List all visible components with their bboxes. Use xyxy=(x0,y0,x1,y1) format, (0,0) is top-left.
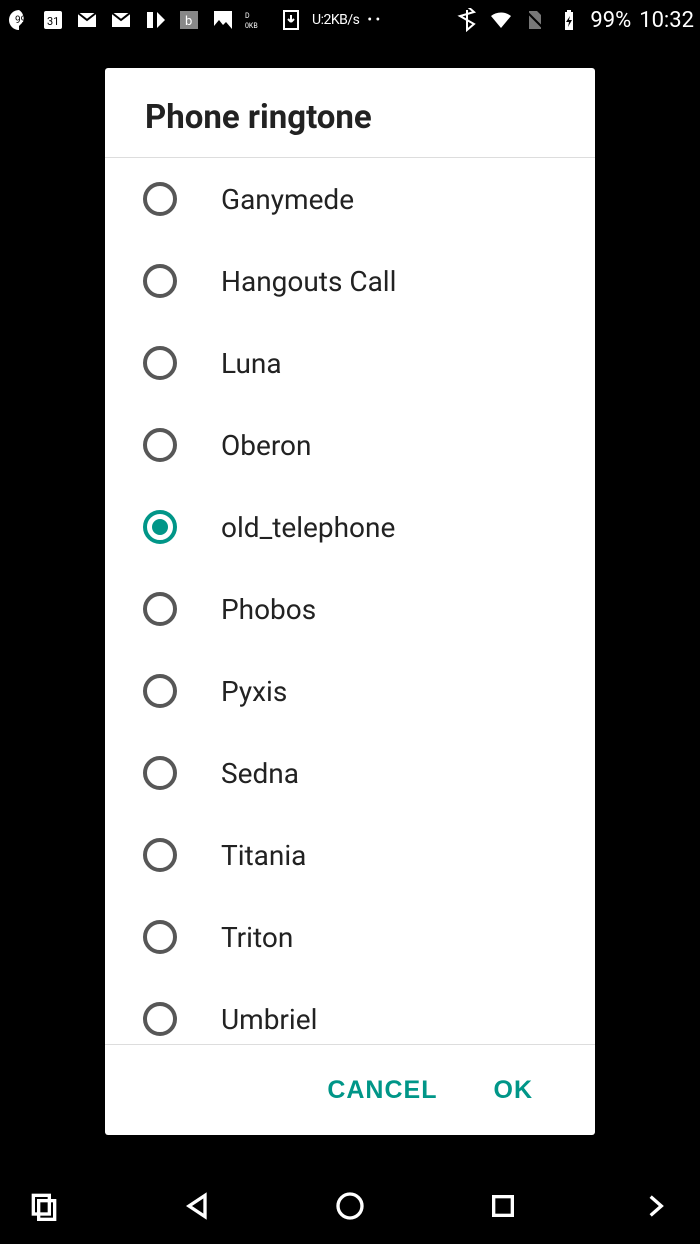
ringtone-option-label: old_telephone xyxy=(221,511,395,544)
hangouts-icon: 99 xyxy=(6,7,32,33)
ringtone-option-label: Sedna xyxy=(221,757,299,790)
ringtone-option[interactable]: Umbriel xyxy=(105,978,595,1045)
ringtone-list[interactable]: Ganymede Hangouts Call Luna Oberon old_telep… xyxy=(105,158,595,1045)
app-b-icon: b xyxy=(176,7,202,33)
radio-icon[interactable] xyxy=(143,592,177,626)
recents-button[interactable] xyxy=(485,1188,521,1224)
svg-text:31: 31 xyxy=(47,15,59,28)
cancel-button[interactable]: CANCEL xyxy=(327,1076,437,1105)
radio-icon[interactable] xyxy=(143,264,177,298)
photos-icon xyxy=(210,7,236,33)
gmail-icon xyxy=(74,7,100,33)
no-sim-icon xyxy=(522,7,548,33)
ringtone-dialog: Phone ringtone Ganymede Hangouts Call Luna… xyxy=(105,68,595,1135)
play-pause-icon xyxy=(142,7,168,33)
more-dots: • • xyxy=(367,13,380,27)
ringtone-option[interactable]: Sedna xyxy=(105,732,595,814)
dialog-title: Phone ringtone xyxy=(105,68,595,158)
radio-icon[interactable] xyxy=(143,1002,177,1036)
status-bar: 99 31 b D 0KB U:2KB/s • • xyxy=(0,0,700,40)
net-speed-label: U:2KB/s xyxy=(312,12,359,28)
back-button[interactable] xyxy=(179,1188,215,1224)
ringtone-option-label: Hangouts Call xyxy=(221,265,396,298)
ringtone-option-label: Ganymede xyxy=(221,183,354,216)
svg-text:b: b xyxy=(185,14,192,29)
svg-text:0KB: 0KB xyxy=(245,22,258,30)
ringtone-option-label: Triton xyxy=(221,921,293,954)
radio-icon[interactable] xyxy=(143,182,177,216)
svg-text:D: D xyxy=(245,12,250,20)
ringtone-option[interactable]: Pyxis xyxy=(105,650,595,732)
radio-icon[interactable] xyxy=(143,428,177,462)
ringtone-option[interactable]: Hangouts Call xyxy=(105,240,595,322)
status-bar-left: 99 31 b D 0KB U:2KB/s • • xyxy=(6,7,380,33)
ringtone-option-label: Umbriel xyxy=(221,1003,317,1036)
battery-percent: 99% xyxy=(590,8,631,33)
home-button[interactable] xyxy=(332,1188,368,1224)
radio-icon[interactable] xyxy=(143,838,177,872)
clock: 10:32 xyxy=(639,8,694,33)
ringtone-option[interactable]: Ganymede xyxy=(105,158,595,240)
ringtone-option-label: Pyxis xyxy=(221,675,287,708)
battery-charging-icon xyxy=(556,7,582,33)
ringtone-option-label: Titania xyxy=(221,839,306,872)
radio-icon[interactable] xyxy=(143,756,177,790)
radio-icon[interactable] xyxy=(143,346,177,380)
status-bar-right: 99% 10:32 xyxy=(416,7,694,33)
ringtone-option[interactable]: Oberon xyxy=(105,404,595,486)
ringtone-option-label: Oberon xyxy=(221,429,311,462)
radio-selected-icon[interactable] xyxy=(143,510,177,544)
bluetooth-icon xyxy=(454,7,480,33)
dialog-actions: CANCEL OK xyxy=(105,1045,595,1135)
calendar-icon: 31 xyxy=(40,7,66,33)
ringtone-option-label: Luna xyxy=(221,347,282,380)
ringtone-option[interactable]: Titania xyxy=(105,814,595,896)
radio-icon[interactable] xyxy=(143,674,177,708)
ringtone-option[interactable]: Luna xyxy=(105,322,595,404)
navigation-bar xyxy=(0,1168,700,1244)
ringtone-option[interactable]: old_telephone xyxy=(105,486,595,568)
ringtone-option-label: Phobos xyxy=(221,593,316,626)
svg-text:99: 99 xyxy=(15,15,26,26)
ringtone-option[interactable]: Triton xyxy=(105,896,595,978)
download-icon xyxy=(278,7,304,33)
gmail-icon-2 xyxy=(108,7,134,33)
layers-icon[interactable] xyxy=(26,1188,62,1224)
forward-button[interactable] xyxy=(638,1188,674,1224)
ok-button[interactable]: OK xyxy=(494,1076,534,1105)
wifi-icon xyxy=(488,7,514,33)
ringtone-option[interactable]: Phobos xyxy=(105,568,595,650)
data-kb-icon: D 0KB xyxy=(244,7,270,33)
radio-icon[interactable] xyxy=(143,920,177,954)
